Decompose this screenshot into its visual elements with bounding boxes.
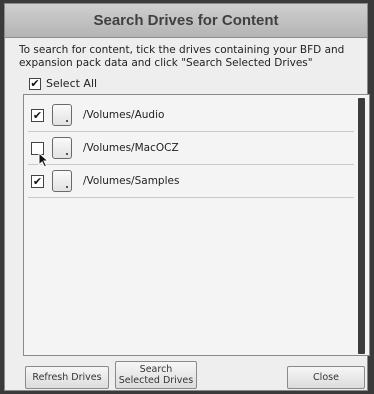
list-scrollbar[interactable] [358, 98, 365, 354]
drive-path-label: /Volumes/MacOCZ [83, 142, 179, 154]
drive-checkbox-samples[interactable]: ✔ [31, 174, 44, 188]
close-button[interactable]: Close [287, 366, 365, 389]
select-all-label: Select All [46, 77, 98, 90]
check-icon: ✔ [32, 108, 43, 122]
hard-drive-icon [52, 137, 72, 159]
check-icon: ✔ [32, 174, 43, 188]
select-all-checkbox[interactable]: ✔ [29, 77, 41, 90]
hard-drive-icon [52, 104, 72, 126]
check-icon: ✔ [30, 77, 40, 90]
dialog-title: Search Drives for Content [5, 4, 367, 38]
drive-checkbox-audio[interactable]: ✔ [31, 108, 44, 122]
drive-path-label: /Volumes/Samples [83, 175, 180, 187]
search-selected-drives-button[interactable]: Search Selected Drives [115, 361, 197, 389]
hard-drive-icon [52, 170, 72, 192]
instructions-text: To search for content, tick the drives c… [19, 44, 345, 69]
drive-list: ✔ /Volumes/Audio /Volumes/MacOCZ ✔ /Volu… [23, 94, 370, 356]
drive-row-macocz[interactable]: /Volumes/MacOCZ [28, 132, 354, 168]
drive-path-label: /Volumes/Audio [83, 109, 165, 121]
search-button-line1: Search [139, 364, 173, 375]
refresh-drives-button[interactable]: Refresh Drives [25, 366, 109, 389]
search-drives-dialog: Search Drives for Content To search for … [4, 3, 370, 391]
select-all-control[interactable]: ✔ Select All [29, 77, 97, 90]
drive-row-samples[interactable]: ✔ /Volumes/Samples [28, 165, 354, 198]
search-button-line2: Selected Drives [118, 375, 194, 386]
drive-row-audio[interactable]: ✔ /Volumes/Audio [28, 99, 354, 132]
